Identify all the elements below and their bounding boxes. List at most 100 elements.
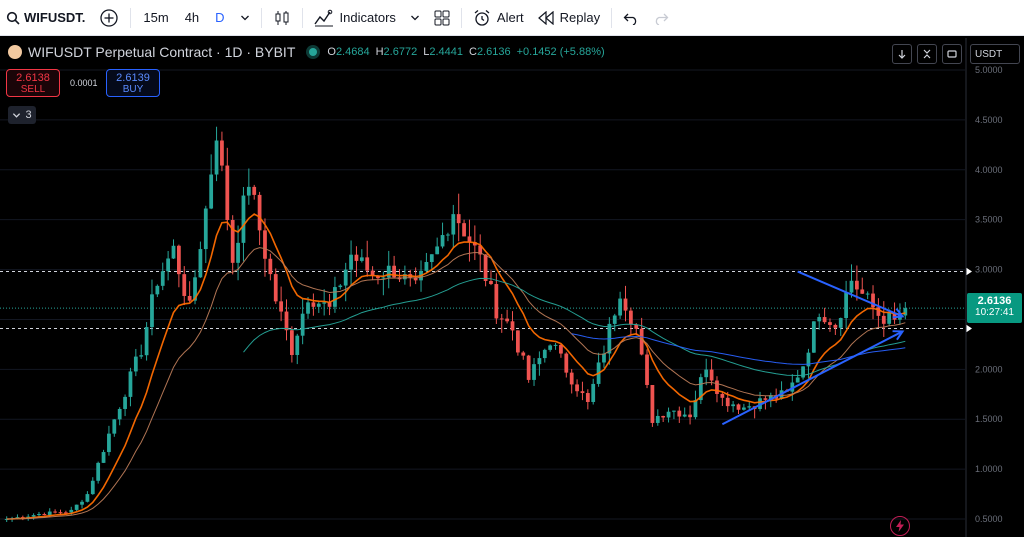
candle-body	[198, 249, 203, 278]
interval-dropdown[interactable]	[233, 0, 257, 36]
price-tick-label: 0.5000	[975, 514, 1003, 524]
top-toolbar: WIFUSDT. 15m 4h D Indicators Alert Repla…	[0, 0, 1024, 36]
candle-body	[139, 355, 144, 357]
candle-body	[424, 262, 429, 271]
candle-body	[736, 404, 741, 410]
replay-button[interactable]: Replay	[531, 0, 607, 36]
upper-trendline	[797, 270, 903, 318]
replay-label: Replay	[559, 10, 601, 25]
candle	[876, 298, 881, 328]
redo-icon	[655, 13, 669, 25]
candle-body	[521, 352, 526, 356]
candle	[833, 323, 838, 335]
redo-button[interactable]	[646, 0, 676, 36]
candle	[246, 168, 251, 205]
candle	[370, 266, 375, 281]
candle-body	[661, 415, 666, 418]
candle-body	[225, 165, 230, 221]
price-axis[interactable]: 5.00004.50004.00003.50003.00002.50002.00…	[965, 38, 1003, 537]
maximize-pane-button[interactable]	[942, 44, 962, 64]
candle	[451, 204, 456, 248]
layouts-button[interactable]	[427, 0, 457, 36]
candle-body	[618, 298, 623, 316]
candle	[698, 373, 703, 404]
price-tick-label: 4.0000	[975, 165, 1003, 175]
candle	[112, 419, 117, 437]
candle	[203, 205, 208, 264]
currency-select[interactable]: USDT	[970, 44, 1020, 64]
candle-body	[354, 254, 359, 261]
lightning-button[interactable]	[890, 516, 910, 536]
candle-body	[236, 242, 240, 263]
candle-body	[645, 354, 649, 385]
candle-body	[214, 140, 219, 175]
candle-body	[672, 410, 676, 412]
chart-grid	[0, 69, 965, 520]
candle-body	[446, 234, 450, 236]
ema-line-20	[6, 247, 906, 520]
chart-canvas[interactable]: 5.00004.50004.00003.50003.00002.50002.00…	[0, 38, 1024, 537]
candle	[144, 322, 149, 361]
candle-body	[456, 214, 461, 224]
indicators-dropdown[interactable]	[403, 0, 427, 36]
interval-d[interactable]: D	[207, 0, 232, 36]
candle-body	[580, 391, 585, 394]
collapse-pane-button[interactable]	[917, 44, 937, 64]
collapse-icon	[923, 49, 931, 59]
alert-button[interactable]: Alert	[466, 0, 531, 36]
price-tick-label: 3.5000	[975, 215, 1003, 225]
candle-body	[795, 377, 800, 383]
chevron-down-icon	[240, 15, 249, 20]
candle	[117, 407, 122, 426]
candle-body	[838, 318, 843, 328]
candle-body	[117, 408, 122, 420]
ema-lines	[6, 213, 906, 520]
candle-body	[682, 414, 687, 417]
chart-type-button[interactable]	[266, 0, 298, 36]
candle-body	[564, 353, 569, 373]
indicators-button[interactable]: Indicators	[307, 0, 403, 36]
candle	[704, 358, 709, 386]
candle	[553, 342, 558, 350]
candle	[386, 250, 391, 289]
candle	[515, 330, 520, 356]
plus-circle-icon	[100, 8, 119, 27]
candle-body	[499, 318, 504, 320]
sell-button[interactable]: 2.6138 SELL	[6, 69, 60, 97]
candle-body	[160, 271, 165, 286]
candle-body	[295, 335, 300, 355]
candle-body	[801, 366, 805, 378]
candle-body	[316, 303, 321, 307]
symbol-search[interactable]: WIFUSDT.	[0, 0, 92, 36]
price-tick-label: 3.0000	[975, 265, 1003, 275]
candle	[176, 244, 181, 288]
scroll-down-button[interactable]	[892, 44, 912, 64]
candle	[295, 333, 300, 365]
candle	[123, 394, 127, 417]
market-status-icon[interactable]	[309, 48, 318, 56]
candle-body	[279, 301, 284, 312]
candle	[811, 321, 816, 353]
undo-button[interactable]	[616, 0, 646, 36]
indicators-icon	[313, 9, 333, 26]
candle	[96, 461, 101, 484]
interval-15m[interactable]: 15m	[135, 0, 176, 36]
price-chart[interactable]: 5.00004.50004.00003.50003.00002.50002.00…	[0, 38, 1024, 537]
candle	[602, 345, 606, 368]
maximize-icon	[947, 50, 957, 58]
candle-body	[575, 384, 579, 392]
buy-button[interactable]: 2.6139 BUY	[106, 69, 160, 97]
candle	[650, 384, 655, 427]
candle-body	[268, 258, 273, 275]
candle	[150, 279, 154, 336]
candle-body	[709, 369, 714, 381]
candle-body	[628, 310, 633, 325]
compare-button[interactable]	[92, 0, 126, 36]
candle-body	[655, 415, 660, 423]
candle-body	[515, 330, 520, 353]
candle	[128, 367, 133, 407]
interval-4h[interactable]: 4h	[177, 0, 207, 36]
sell-price: 2.6138	[16, 72, 50, 84]
candle-body	[559, 344, 563, 354]
collapse-indicators-button[interactable]: 3	[8, 106, 36, 124]
